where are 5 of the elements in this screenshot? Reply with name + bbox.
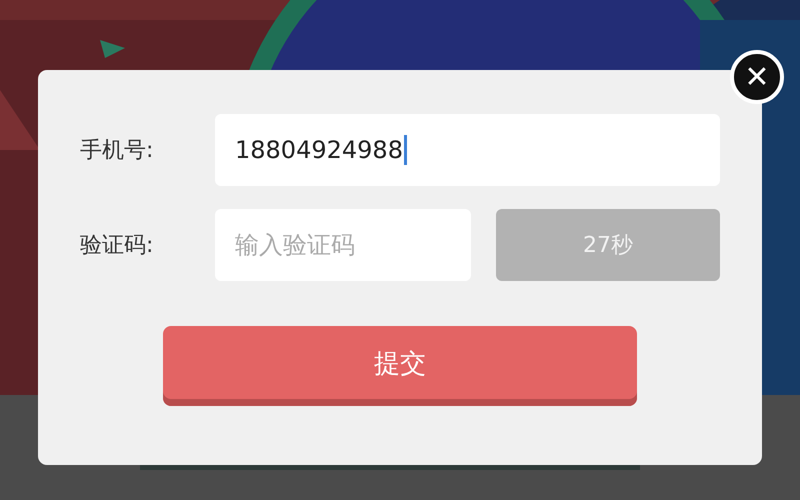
submit-button[interactable]: 提交 bbox=[163, 326, 637, 406]
field-label: 手机号: bbox=[80, 137, 154, 165]
input-field[interactable]: 输入验证码 bbox=[215, 209, 471, 281]
field-label: 验证码: bbox=[80, 232, 154, 260]
input-field[interactable]: 18804924988 bbox=[215, 114, 720, 186]
